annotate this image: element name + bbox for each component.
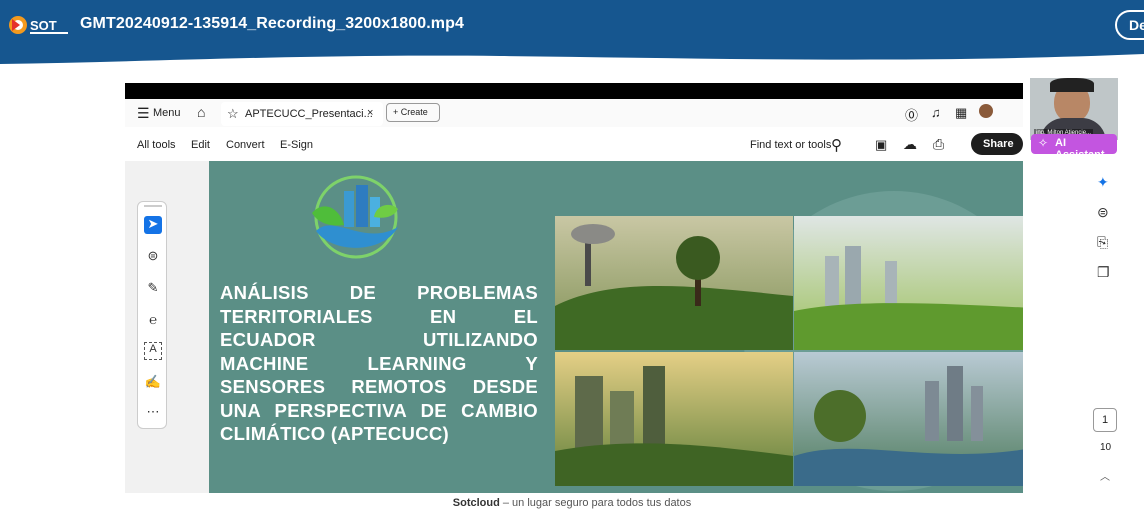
signature-tool-icon[interactable]: ✍ xyxy=(144,374,162,392)
page-total: 10 xyxy=(1100,442,1112,453)
panel-handle[interactable] xyxy=(144,205,162,207)
footer-tagline: – un lugar seguro para todos tus datos xyxy=(499,497,692,509)
select-tool-icon[interactable]: ➤ xyxy=(144,216,162,234)
comments-panel-icon[interactable]: ⊜ xyxy=(1097,204,1109,221)
header-wave xyxy=(0,50,1144,64)
video-top-bar xyxy=(125,83,1023,99)
slide-title-line: ECUADOR UTILIZANDO xyxy=(220,329,538,350)
slide-title-line: ANÁLISIS DE PROBLEMAS xyxy=(220,282,538,303)
project-logo xyxy=(312,175,398,259)
browser-tab-bar: ☰ Menu ⌂ ☆ APTECUCC_Presentaci... × + Cr… xyxy=(125,99,1023,127)
menu-label[interactable]: Menu xyxy=(153,107,181,119)
right-tool-panel: ✦ ⊜ ⎘ ❐ xyxy=(1089,160,1119,300)
ai-assistant-icon: ✧ xyxy=(1038,136,1049,150)
star-icon[interactable]: ☆ xyxy=(227,106,239,122)
slide-title-line: CLIMÁTICO (APTECUCC) xyxy=(220,423,450,444)
slide-title-line: MACHINE LEARNING Y xyxy=(220,352,538,374)
quick-tools-panel: ➤ ⊜ ✎ ℮ A ✍ ⋯ xyxy=(137,201,167,429)
close-tab-icon[interactable]: × xyxy=(367,107,373,119)
apps-icon[interactable]: ▦ xyxy=(955,105,967,121)
create-button[interactable]: + Create xyxy=(386,103,440,122)
comment-tool-icon[interactable]: ⊜ xyxy=(144,248,162,266)
document-tab[interactable]: ☆ APTECUCC_Presentaci... × xyxy=(221,102,383,126)
page-up-icon[interactable]: ︿ xyxy=(1100,468,1110,483)
print-icon[interactable]: ⎙ xyxy=(933,136,944,153)
pages-panel-icon[interactable]: ❐ xyxy=(1097,264,1110,281)
sot-logo: SOT xyxy=(9,16,68,34)
svg-text:SOT: SOT xyxy=(30,18,57,33)
video-frame: ☰ Menu ⌂ ☆ APTECUCC_Presentaci... × + Cr… xyxy=(125,83,1023,493)
user-avatar[interactable] xyxy=(979,104,993,118)
footer-caption: Sotcloud – un lugar seguro para todos tu… xyxy=(0,497,1144,509)
acrobat-toolbar: All tools Edit Convert E-Sign Find text … xyxy=(125,127,1023,161)
landscape-collage xyxy=(555,216,1023,486)
bookmark-panel-icon[interactable]: ⎘ xyxy=(1097,234,1108,251)
app-header: SOT GMT20240912-135914_Recording_3200x18… xyxy=(0,0,1144,50)
find-text-button[interactable]: Find text or tools xyxy=(750,139,831,151)
menu-icon[interactable]: ☰ xyxy=(137,105,150,122)
slide-title-line: SENSORES REMOTOS DESDE xyxy=(220,376,538,397)
save-icon[interactable]: ▣ xyxy=(875,137,887,153)
presentation-slide: ANÁLISIS DE PROBLEMAS TERRITORIALES EN E… xyxy=(209,161,1023,493)
esign-button[interactable]: E-Sign xyxy=(280,139,313,151)
text-box-tool-icon[interactable]: A xyxy=(144,342,162,360)
webcam-overlay: ing. Milton Atiencie... xyxy=(1030,78,1118,140)
document-canvas: ➤ ⊜ ✎ ℮ A ✍ ⋯ ANÁLISIS DE PROBLEMAS TERR… xyxy=(125,161,1023,493)
edit-button[interactable]: Edit xyxy=(191,139,210,151)
search-icon[interactable]: ⚲ xyxy=(831,136,842,154)
slide-title-line: UNA PERSPECTIVA DE CAMBIO xyxy=(220,399,538,421)
footer-brand: Sotcloud xyxy=(452,497,500,509)
bell-icon[interactable]: ♫ xyxy=(931,105,941,120)
home-icon[interactable]: ⌂ xyxy=(197,104,205,120)
page-number-input[interactable]: 1 xyxy=(1093,408,1117,432)
download-button[interactable]: De xyxy=(1115,10,1144,40)
upload-icon[interactable]: ☁ xyxy=(903,136,917,153)
all-tools-button[interactable]: All tools xyxy=(137,139,176,151)
convert-button[interactable]: Convert xyxy=(226,139,265,151)
more-tools-icon[interactable]: ⋯ xyxy=(144,404,162,422)
presenter-hair xyxy=(1050,78,1094,92)
lasso-tool-icon[interactable]: ℮ xyxy=(144,312,162,330)
slide-title: ANÁLISIS DE PROBLEMAS TERRITORIALES EN E… xyxy=(220,281,538,446)
help-icon[interactable]: ⓪ xyxy=(905,105,918,124)
video-title: GMT20240912-135914_Recording_3200x1800.m… xyxy=(80,15,464,32)
share-button[interactable]: Share xyxy=(971,133,1023,155)
slide-title-line: TERRITORIALES EN EL xyxy=(220,305,538,327)
tab-label: APTECUCC_Presentaci... xyxy=(245,108,373,120)
ai-panel-icon[interactable]: ✦ xyxy=(1097,174,1109,191)
pen-tool-icon[interactable]: ✎ xyxy=(144,280,162,298)
